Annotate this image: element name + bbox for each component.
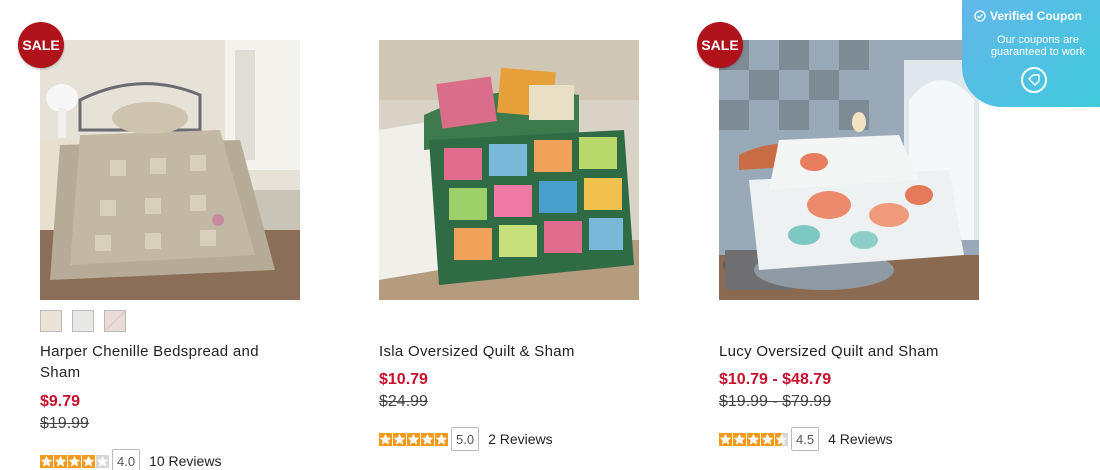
coupon-tag-icon[interactable] <box>1021 67 1047 93</box>
rating-score: 4.5 <box>791 427 820 451</box>
sale-badge: SALE <box>18 22 64 68</box>
star-icon <box>407 432 420 446</box>
reviews-link[interactable]: 2 Reviews <box>488 431 553 447</box>
sale-price: $10.79 - $48.79 <box>719 371 832 388</box>
star-icon <box>393 432 406 446</box>
color-swatches <box>40 310 126 332</box>
tag-icon <box>1028 74 1040 86</box>
star-rating <box>719 432 788 446</box>
sale-badge: SALE <box>697 22 743 68</box>
quilt-photo <box>379 40 639 300</box>
floral-quilt-photo <box>719 40 979 300</box>
bedspread-photo <box>40 40 300 300</box>
star-icon <box>96 454 109 468</box>
star-icon <box>40 454 53 468</box>
sale-price: $9.79 <box>40 393 81 410</box>
star-icon <box>775 432 788 446</box>
original-price: $19.99 - $79.99 <box>719 393 832 410</box>
rating-score: 4.0 <box>112 449 141 470</box>
rating-row: 4.0 10 Reviews <box>40 449 221 470</box>
star-icon <box>82 454 95 468</box>
swatch-3[interactable] <box>104 310 126 332</box>
star-icon <box>435 432 448 446</box>
swatch-2[interactable] <box>72 310 94 332</box>
product-name[interactable]: Isla Oversized Quilt & Sham <box>379 341 639 362</box>
product-name[interactable]: Harper Chenille Bedspread and Sham <box>40 341 300 383</box>
product-image[interactable] <box>40 40 300 300</box>
original-price: $24.99 <box>379 393 428 410</box>
star-icon <box>379 432 392 446</box>
star-icon <box>54 454 67 468</box>
reviews-link[interactable]: 10 Reviews <box>149 453 221 469</box>
product-name[interactable]: Lucy Oversized Quilt and Sham <box>719 341 979 362</box>
coupon-title-row: Verified Coupon <box>974 9 1082 23</box>
star-icon <box>68 454 81 468</box>
star-rating <box>379 432 448 446</box>
sale-price: $10.79 <box>379 371 428 388</box>
check-circle-icon <box>974 10 986 22</box>
product-image[interactable] <box>379 40 639 300</box>
verified-coupon-widget[interactable]: Verified Coupon Our coupons are guarante… <box>962 0 1100 107</box>
coupon-title: Verified Coupon <box>990 9 1083 23</box>
reviews-link[interactable]: 4 Reviews <box>828 431 893 447</box>
rating-row: 5.0 2 Reviews <box>379 427 553 451</box>
star-icon <box>747 432 760 446</box>
star-icon <box>719 432 732 446</box>
swatch-1[interactable] <box>40 310 62 332</box>
rating-score: 5.0 <box>451 427 480 451</box>
star-icon <box>733 432 746 446</box>
star-rating <box>40 454 109 468</box>
product-image[interactable] <box>719 40 979 300</box>
coupon-subtitle: Our coupons are guaranteed to work <box>990 34 1086 58</box>
star-icon <box>761 432 774 446</box>
rating-row: 4.5 4 Reviews <box>719 427 893 451</box>
star-icon <box>421 432 434 446</box>
original-price: $19.99 <box>40 415 89 432</box>
